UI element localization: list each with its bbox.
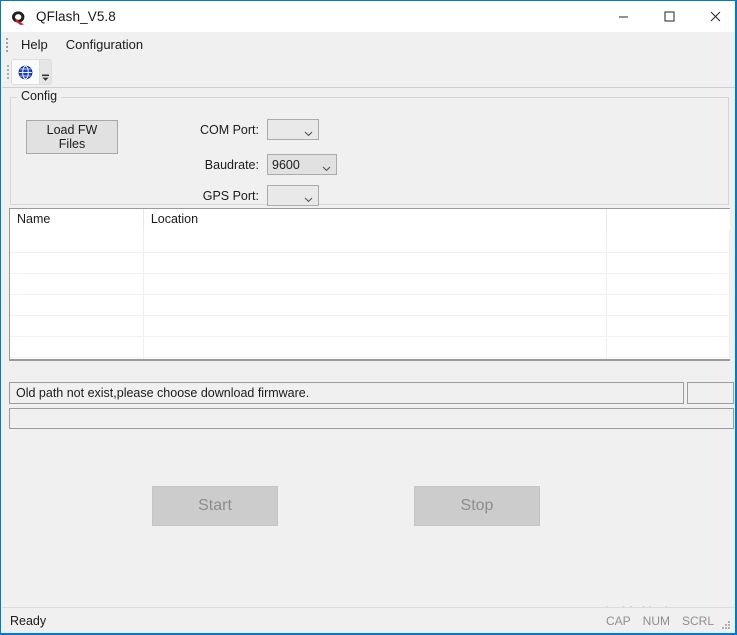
indicator-cap: CAP xyxy=(605,613,631,628)
gps-port-label: GPS Port: xyxy=(202,188,259,203)
status-bar-ready-text: Ready xyxy=(10,613,47,628)
status-message-bar: Old path not exist,please choose downloa… xyxy=(9,382,684,404)
menu-bar: Help Configuration xyxy=(2,32,735,57)
qflash-logo-icon xyxy=(8,6,30,28)
title-bar: QFlash_V5.8 xyxy=(1,0,735,32)
table-row[interactable] xyxy=(10,294,730,315)
column-header-name[interactable]: Name xyxy=(10,209,144,230)
gps-port-select[interactable] xyxy=(267,185,319,206)
firmware-file-table[interactable]: Name Location xyxy=(9,208,730,360)
chevron-down-icon xyxy=(304,191,313,203)
gps-port-field-row: GPS Port: xyxy=(187,185,319,206)
table-body xyxy=(10,230,730,359)
close-icon[interactable] xyxy=(692,1,735,32)
chevron-down-icon xyxy=(322,160,331,172)
load-fw-files-button[interactable]: Load FW Files xyxy=(26,120,118,154)
maximize-icon[interactable] xyxy=(646,1,692,32)
table-cell xyxy=(607,295,730,315)
table-cell xyxy=(144,295,608,315)
baudrate-value: 9600 xyxy=(272,157,300,172)
menu-grip-icon[interactable] xyxy=(3,32,11,57)
table-header-row: Name Location xyxy=(10,209,730,230)
table-cell xyxy=(607,274,730,294)
table-cell xyxy=(607,253,730,273)
table-cell xyxy=(607,230,730,252)
table-row[interactable] xyxy=(10,252,730,273)
minimize-icon[interactable] xyxy=(600,1,646,32)
table-cell xyxy=(144,253,608,273)
window-controls xyxy=(600,1,735,32)
stop-button[interactable]: Stop xyxy=(414,486,540,526)
table-cell xyxy=(144,274,608,294)
indicator-num: NUM xyxy=(642,613,670,628)
toolbar-grip-icon[interactable] xyxy=(4,60,11,84)
toolbar-overflow-icon[interactable] xyxy=(39,59,52,85)
table-cell xyxy=(144,337,608,357)
baudrate-select[interactable]: 9600 xyxy=(267,154,337,175)
table-cell xyxy=(10,230,144,252)
table-cell xyxy=(10,337,144,357)
table-cell xyxy=(144,230,608,252)
com-port-select[interactable] xyxy=(267,119,319,140)
column-header-location[interactable]: Location xyxy=(144,209,608,230)
table-row[interactable] xyxy=(10,230,730,252)
tool-bar xyxy=(2,57,735,88)
status-message-text: Old path not exist,please choose downloa… xyxy=(16,386,310,400)
table-row[interactable] xyxy=(10,315,730,336)
table-cell xyxy=(144,316,608,336)
table-cell xyxy=(607,337,730,357)
table-cell xyxy=(10,253,144,273)
column-header-extra[interactable] xyxy=(607,209,730,230)
com-port-field-row: COM Port: xyxy=(187,119,319,140)
chevron-down-icon xyxy=(304,125,313,137)
table-horizontal-scrollbar[interactable] xyxy=(9,360,730,367)
config-group-title: Config xyxy=(17,89,62,103)
table-row[interactable] xyxy=(10,273,730,294)
window-title: QFlash_V5.8 xyxy=(36,9,116,24)
com-port-label: COM Port: xyxy=(199,122,259,137)
progress-message-bar xyxy=(9,408,734,429)
table-cell xyxy=(10,274,144,294)
baudrate-field-row: Baudrate: 9600 xyxy=(187,154,337,175)
start-button[interactable]: Start xyxy=(152,486,278,526)
table-row[interactable] xyxy=(10,336,730,357)
application-window: QFlash_V5.8 Help Configuration Config Lo… xyxy=(0,0,737,635)
status-bar-indicators: CAP NUM SCRL xyxy=(606,614,714,628)
globe-icon[interactable] xyxy=(11,59,39,85)
table-cell xyxy=(607,316,730,336)
indicator-scrl: SCRL xyxy=(681,613,714,628)
baudrate-label: Baudrate: xyxy=(204,157,259,172)
resize-grip-icon[interactable] xyxy=(720,618,732,630)
status-message-side-panel xyxy=(687,382,734,404)
status-bar: Ready CAP NUM SCRL xyxy=(2,607,735,633)
menu-item-help[interactable]: Help xyxy=(13,34,56,55)
menu-item-configuration[interactable]: Configuration xyxy=(58,34,151,55)
table-cell xyxy=(10,295,144,315)
table-cell xyxy=(10,316,144,336)
